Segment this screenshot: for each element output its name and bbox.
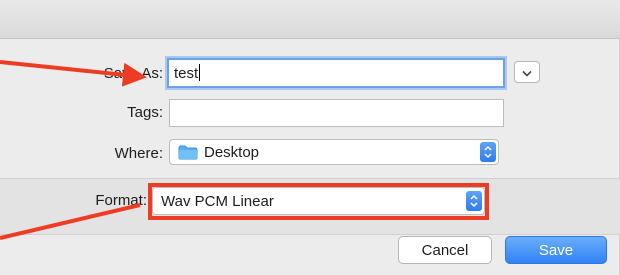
- filename-value: test: [174, 65, 199, 82]
- tags-field[interactable]: [169, 99, 504, 127]
- up-down-chevron-icon: [466, 191, 482, 211]
- save-as-label: Save As:: [103, 65, 163, 82]
- where-popup[interactable]: Desktop: [169, 139, 499, 165]
- save-button[interactable]: Save: [505, 236, 607, 264]
- up-down-chevron-icon: [480, 142, 496, 162]
- dialog-titlebar: [0, 0, 620, 39]
- format-value: Wav PCM Linear: [161, 192, 274, 210]
- filename-field[interactable]: test: [167, 58, 505, 88]
- text-caret: [199, 64, 201, 81]
- cancel-button[interactable]: Cancel: [398, 236, 492, 264]
- save-dialog-sheet: Save As: test Tags: Where: Desktop Forma…: [0, 0, 620, 275]
- chevron-down-icon: [522, 64, 532, 81]
- where-value: Desktop: [204, 143, 260, 161]
- where-label: Where:: [114, 145, 163, 162]
- tags-label: Tags:: [127, 104, 163, 121]
- expand-dialog-button[interactable]: [514, 61, 540, 83]
- folder-icon: [178, 145, 198, 160]
- format-label: Format:: [95, 192, 147, 209]
- format-popup[interactable]: Wav PCM Linear: [152, 187, 485, 215]
